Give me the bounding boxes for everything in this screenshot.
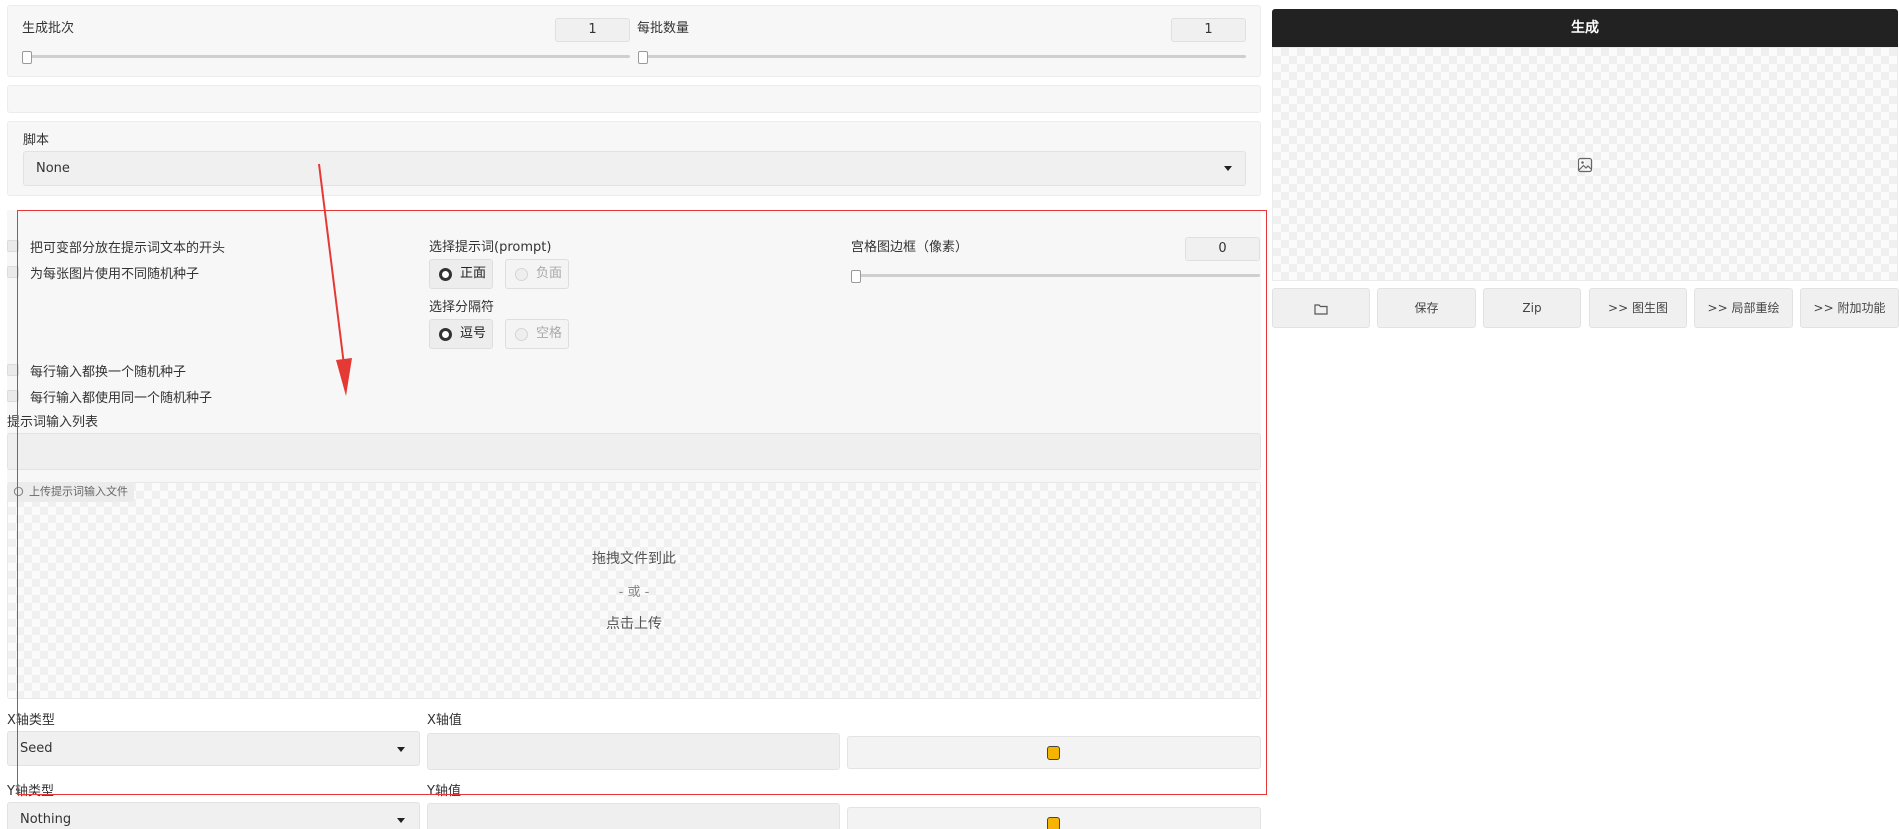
radio-checked-icon bbox=[439, 328, 452, 341]
dice-icon bbox=[1047, 746, 1060, 760]
label-iterate-seed: 每行输入都换一个随机种子 bbox=[30, 365, 187, 380]
radio-sep-space-label: 空格 bbox=[536, 326, 563, 341]
generate-button[interactable]: 生成 bbox=[1272, 9, 1898, 47]
file-icon bbox=[13, 486, 24, 497]
batch-count-input[interactable]: 1 bbox=[555, 18, 630, 42]
y-values-input[interactable] bbox=[427, 803, 840, 829]
save-button[interactable]: 保存 bbox=[1377, 288, 1476, 328]
checkbox-different-seeds[interactable] bbox=[7, 266, 19, 278]
batch-size-label: 每批数量 bbox=[637, 21, 690, 36]
radio-prompt-positive-label: 正面 bbox=[460, 266, 487, 281]
or-text: - 或 - bbox=[618, 585, 650, 600]
click-upload-text: 点击上传 bbox=[606, 616, 662, 632]
prompt-list-textarea[interactable] bbox=[7, 433, 1261, 470]
grid-margin-slider-track[interactable] bbox=[854, 274, 1260, 277]
batch-size-slider-track[interactable] bbox=[640, 55, 1246, 58]
radio-sep-space[interactable]: 空格 bbox=[505, 319, 569, 349]
radio-unchecked-icon bbox=[515, 268, 528, 281]
label-put-variable-start: 把可变部分放在提示词文本的开头 bbox=[30, 241, 226, 256]
radio-sep-comma-label: 逗号 bbox=[460, 326, 487, 341]
open-folder-button[interactable] bbox=[1272, 288, 1370, 328]
upload-tab-label: 上传提示词输入文件 bbox=[29, 485, 128, 498]
zip-button[interactable]: Zip bbox=[1483, 288, 1581, 328]
dice-icon bbox=[1047, 817, 1060, 829]
script-label: 脚本 bbox=[23, 133, 50, 148]
batch-size-input[interactable]: 1 bbox=[1171, 18, 1246, 42]
y-type-caret-icon bbox=[397, 818, 405, 823]
send-to-extras-button[interactable]: >> 附加功能 bbox=[1800, 288, 1899, 328]
select-prompt-label: 选择提示词(prompt) bbox=[429, 240, 552, 255]
x-type-select[interactable]: Seed bbox=[7, 731, 420, 766]
grid-margin-input[interactable]: 0 bbox=[1185, 237, 1260, 261]
checkbox-put-variable-start[interactable] bbox=[7, 240, 19, 252]
radio-prompt-negative-label: 负面 bbox=[536, 266, 563, 281]
prompt-list-label: 提示词输入列表 bbox=[7, 415, 99, 430]
x-type-label: X轴类型 bbox=[7, 713, 55, 728]
x-values-input[interactable] bbox=[427, 733, 840, 770]
checkbox-iterate-seed[interactable] bbox=[7, 364, 19, 376]
label-different-seeds: 为每张图片使用不同随机种子 bbox=[30, 267, 200, 282]
y-values-label: Y轴值 bbox=[427, 784, 461, 799]
y-type-select[interactable]: Nothing bbox=[7, 802, 420, 829]
radio-sep-comma[interactable]: 逗号 bbox=[429, 319, 493, 349]
batch-size-slider-thumb[interactable] bbox=[638, 51, 648, 64]
script-select[interactable]: None bbox=[23, 151, 1246, 186]
image-placeholder-icon bbox=[1577, 157, 1593, 173]
send-to-inpaint-button[interactable]: >> 局部重绘 bbox=[1694, 288, 1793, 328]
y-type-label: Y轴类型 bbox=[7, 784, 54, 799]
generate-button-label: 生成 bbox=[1571, 20, 1599, 36]
grid-margin-slider-thumb[interactable] bbox=[851, 270, 861, 283]
drop-text: 拖拽文件到此 bbox=[592, 551, 676, 567]
script-select-caret-icon bbox=[1224, 166, 1232, 171]
x-type-caret-icon bbox=[397, 747, 405, 752]
radio-checked-icon bbox=[439, 268, 452, 281]
grid-margin-label: 宫格图边框（像素） bbox=[851, 240, 969, 255]
upload-tab: 上传提示词输入文件 bbox=[7, 482, 134, 502]
x-values-label: X轴值 bbox=[427, 713, 462, 728]
batch-panel bbox=[7, 5, 1261, 77]
batch-count-slider-thumb[interactable] bbox=[22, 51, 32, 64]
folder-icon bbox=[1314, 303, 1328, 315]
radio-unchecked-icon bbox=[515, 328, 528, 341]
label-same-seed: 每行输入都使用同一个随机种子 bbox=[30, 391, 213, 406]
radio-prompt-negative[interactable]: 负面 bbox=[505, 259, 569, 289]
checkbox-same-seed[interactable] bbox=[7, 390, 19, 402]
radio-prompt-positive[interactable]: 正面 bbox=[429, 259, 493, 289]
send-to-img2img-button[interactable]: >> 图生图 bbox=[1589, 288, 1687, 328]
select-separator-label: 选择分隔符 bbox=[429, 300, 495, 315]
batch-count-slider-track[interactable] bbox=[24, 55, 630, 58]
empty-panel bbox=[7, 85, 1261, 113]
batch-count-label: 生成批次 bbox=[22, 21, 75, 36]
